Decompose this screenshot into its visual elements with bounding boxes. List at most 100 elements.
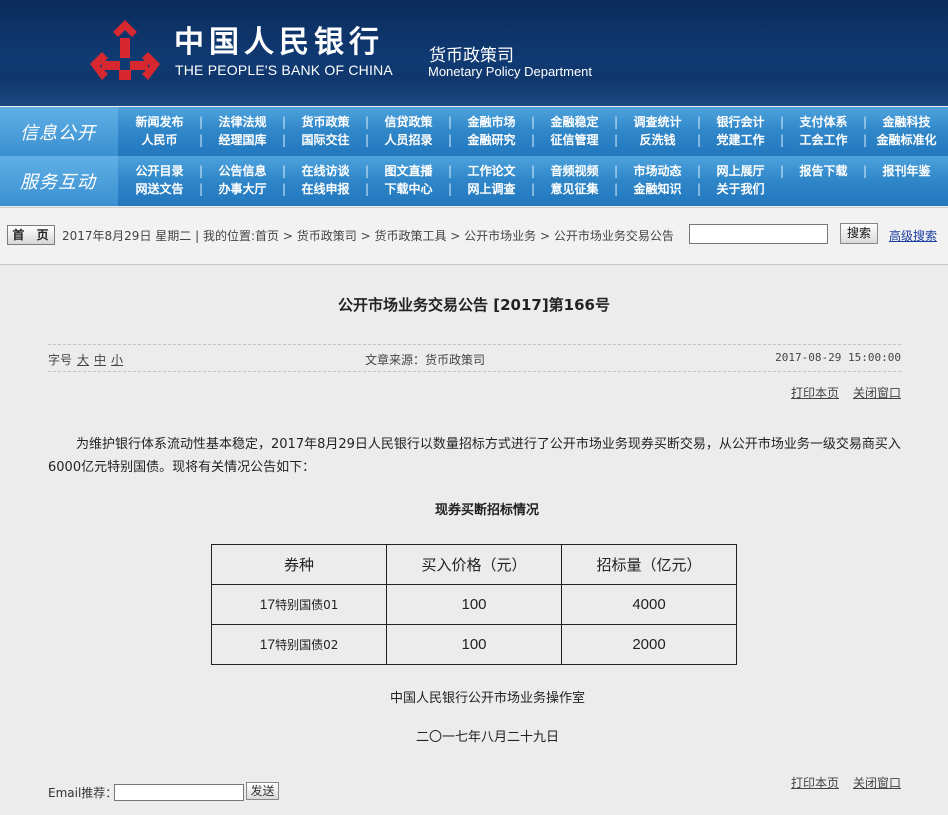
nav-item[interactable]: 金融市场 bbox=[450, 113, 535, 131]
table-cell-volume: 2000 bbox=[561, 624, 737, 665]
nav-item[interactable]: 金融标准化 bbox=[865, 131, 948, 149]
chevron-right-icon: > bbox=[446, 229, 465, 243]
print-page-link[interactable]: 打印本页 bbox=[791, 776, 839, 790]
breadcrumb-link[interactable]: 公开市场业务交易公告 bbox=[554, 229, 674, 243]
nav-item[interactable]: 反洗钱 bbox=[616, 131, 701, 149]
nav-item[interactable]: 办事大厅 bbox=[201, 180, 286, 198]
nav-item[interactable]: 网送文告 bbox=[118, 180, 203, 198]
table-cell-price: 100 bbox=[386, 584, 562, 625]
location-bar: 首 页 2017年8月29日 星期二 | 我的位置:首页 > 货币政策司 > 货… bbox=[0, 207, 948, 265]
font-size-small[interactable]: 小 bbox=[111, 353, 123, 367]
nav-item[interactable]: 在线访谈 bbox=[284, 162, 369, 180]
nav-item[interactable]: 公开目录 bbox=[118, 162, 203, 180]
close-window-link[interactable]: 关闭窗口 bbox=[853, 386, 901, 400]
font-size-label: 字号 bbox=[48, 353, 73, 367]
chevron-right-icon: > bbox=[536, 229, 554, 243]
nav-info-row2: 人民币经理国库国际交往人员招录金融研究征信管理反洗钱党建工作工会工作金融标准化 bbox=[118, 131, 948, 149]
breadcrumb-link[interactable]: 公开市场业务 bbox=[464, 229, 536, 243]
table-cell-bond: 17特别国债01 bbox=[211, 584, 387, 625]
send-button[interactable]: 发送 bbox=[246, 782, 279, 800]
nav-item[interactable]: 人民币 bbox=[118, 131, 203, 149]
nav-item[interactable]: 调查统计 bbox=[616, 113, 701, 131]
chevron-right-icon: > bbox=[356, 229, 375, 243]
email-label: Email推荐： bbox=[48, 786, 118, 800]
nav-info-label: 信息公开 bbox=[20, 123, 96, 144]
nav-item[interactable]: 货币政策 bbox=[284, 113, 369, 131]
table-cell-price: 100 bbox=[386, 624, 562, 665]
sign-date: 二〇一七年八月二十九日 bbox=[415, 730, 559, 745]
article-tools-bottom: 打印本页 关闭窗口 bbox=[777, 774, 901, 791]
nav-info-section: 信息公开 bbox=[0, 107, 118, 157]
nav-item[interactable]: 报告下载 bbox=[782, 162, 867, 180]
nav-item[interactable]: 党建工作 bbox=[699, 131, 784, 149]
font-size-large[interactable]: 大 bbox=[77, 353, 89, 367]
article-datetime: 2017-08-29 15:00:00 bbox=[775, 351, 901, 364]
nav-service-bar: 服务互动 公开目录公告信息在线访谈图文直播工作论文音频视频市场动态网上展厅报告下… bbox=[0, 156, 948, 206]
advanced-search-link[interactable]: 高级搜索 bbox=[889, 227, 937, 244]
nav-info-row1: 新闻发布法律法规货币政策信贷政策金融市场金融稳定调查统计银行会计支付体系金融科技 bbox=[118, 113, 948, 131]
home-button[interactable]: 首 页 bbox=[7, 225, 55, 245]
nav-item[interactable]: 下载中心 bbox=[367, 180, 452, 198]
nav-service-section: 服务互动 bbox=[0, 156, 118, 206]
nav-item[interactable]: 金融稳定 bbox=[533, 113, 618, 131]
nav-item[interactable]: 法律法规 bbox=[201, 113, 286, 131]
nav-item[interactable]: 网上展厅 bbox=[699, 162, 784, 180]
nav-item[interactable]: 公告信息 bbox=[201, 162, 286, 180]
breadcrumb-links: 首页 > 货币政策司 > 货币政策工具 > 公开市场业务 > 公开市场业务交易公… bbox=[255, 229, 674, 243]
nav-item[interactable]: 市场动态 bbox=[616, 162, 701, 180]
article-source: 文章来源：货币政策司 bbox=[365, 353, 486, 367]
article-title: 公开市场业务交易公告 [2017]第166号 bbox=[338, 296, 610, 314]
pboc-logo-icon[interactable] bbox=[88, 18, 162, 84]
table-row: 17特别国债01 100 4000 bbox=[211, 584, 737, 625]
nav-item[interactable]: 金融科技 bbox=[865, 113, 948, 131]
chevron-right-icon: > bbox=[279, 229, 297, 243]
nav-item[interactable]: 金融知识 bbox=[616, 180, 701, 198]
nav-item[interactable]: 音频视频 bbox=[533, 162, 618, 180]
print-page-link[interactable]: 打印本页 bbox=[791, 386, 839, 400]
nav-item[interactable]: 征信管理 bbox=[533, 131, 618, 149]
nav-item[interactable]: 人员招录 bbox=[367, 131, 452, 149]
nav-info-bar: 信息公开 新闻发布法律法规货币政策信贷政策金融市场金融稳定调查统计银行会计支付体… bbox=[0, 107, 948, 157]
dept-name-cn: 货币政策司 bbox=[429, 46, 514, 66]
nav-item[interactable]: 信贷政策 bbox=[367, 113, 452, 131]
table-cell-volume: 4000 bbox=[561, 584, 737, 625]
search-button[interactable]: 搜索 bbox=[840, 223, 878, 244]
table-title: 现券买断招标情况 bbox=[434, 503, 539, 518]
nav-item[interactable]: 经理国库 bbox=[201, 131, 286, 149]
nav-item[interactable]: 网上调查 bbox=[450, 180, 535, 198]
nav-service-row1: 公开目录公告信息在线访谈图文直播工作论文音频视频市场动态网上展厅报告下载报刊年鉴 bbox=[118, 162, 948, 180]
bid-table: 券种 买入价格（元） 招标量（亿元） 17特别国债01 100 4000 17特… bbox=[211, 544, 737, 665]
search-input[interactable] bbox=[689, 224, 828, 244]
table-header-volume: 招标量（亿元） bbox=[561, 544, 737, 585]
article-paragraph: 为维护银行体系流动性基本稳定，2017年8月29日人民银行以数量招标方式进行了公… bbox=[48, 437, 901, 475]
font-size-medium[interactable]: 中 bbox=[94, 353, 106, 367]
table-row: 17特别国债02 100 2000 bbox=[211, 624, 737, 665]
table-header-price: 买入价格（元） bbox=[386, 544, 562, 585]
bank-name-en: THE PEOPLE'S BANK OF CHINA bbox=[175, 62, 393, 78]
nav-item[interactable]: 关于我们 bbox=[699, 180, 782, 198]
table-header-row: 券种 买入价格（元） 招标量（亿元） bbox=[211, 544, 737, 585]
signature: 中国人民银行公开市场业务操作室 bbox=[389, 691, 585, 706]
breadcrumb-link[interactable]: 首页 bbox=[255, 229, 279, 243]
table-header-bond: 券种 bbox=[211, 544, 387, 585]
breadcrumb-link[interactable]: 货币政策工具 bbox=[374, 229, 446, 243]
nav-item[interactable]: 报刊年鉴 bbox=[865, 162, 948, 180]
nav-item[interactable]: 支付体系 bbox=[782, 113, 867, 131]
nav-item[interactable]: 图文直播 bbox=[367, 162, 452, 180]
nav-item[interactable]: 金融研究 bbox=[450, 131, 535, 149]
separator: | bbox=[195, 229, 203, 243]
breadcrumb-link[interactable]: 货币政策司 bbox=[297, 229, 357, 243]
bank-name-cn: 中国人民银行 bbox=[174, 25, 384, 60]
nav-item[interactable]: 国际交往 bbox=[284, 131, 369, 149]
nav-item[interactable]: 意见征集 bbox=[533, 180, 618, 198]
email-field[interactable] bbox=[114, 784, 244, 801]
nav-item[interactable]: 银行会计 bbox=[699, 113, 784, 131]
close-window-link[interactable]: 关闭窗口 bbox=[853, 776, 901, 790]
current-date: 2017年8月29日 bbox=[62, 229, 152, 243]
nav-item[interactable]: 工作论文 bbox=[450, 162, 535, 180]
nav-item[interactable]: 新闻发布 bbox=[118, 113, 203, 131]
table-cell-bond: 17特别国债02 bbox=[211, 624, 387, 665]
location-prefix: 我的位置: bbox=[202, 229, 256, 243]
nav-item[interactable]: 工会工作 bbox=[782, 131, 867, 149]
nav-item[interactable]: 在线申报 bbox=[284, 180, 369, 198]
